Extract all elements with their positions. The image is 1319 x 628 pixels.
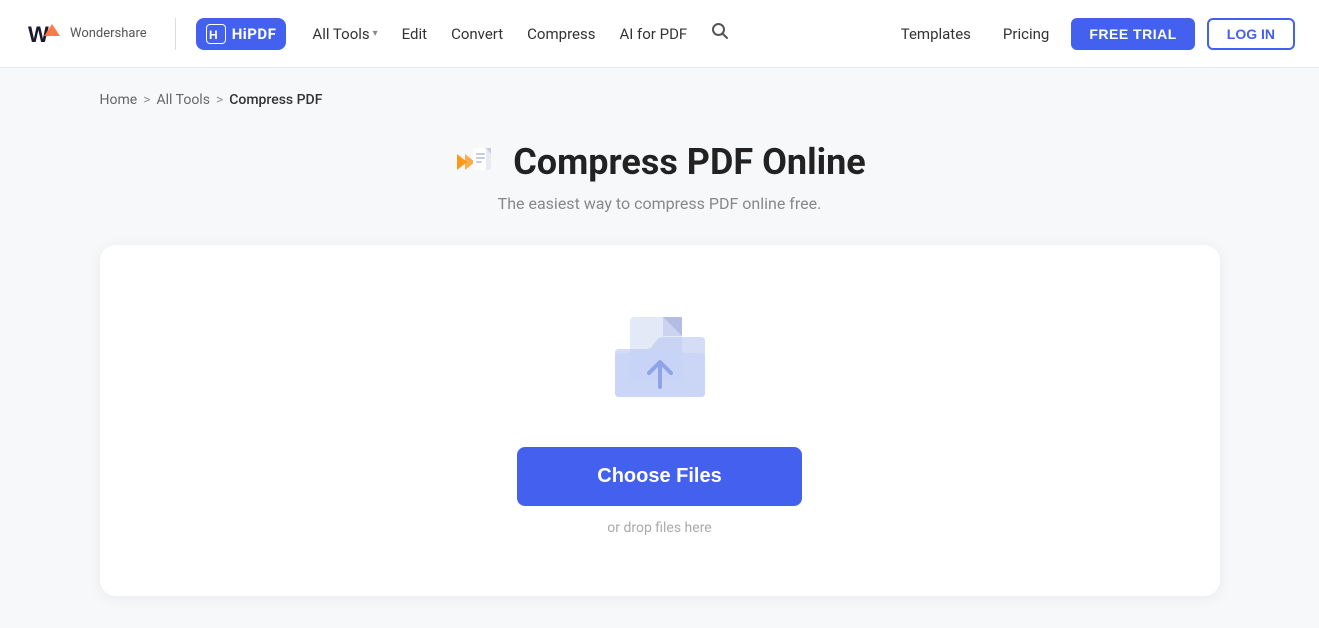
upload-card: Choose Files or drop files here bbox=[100, 245, 1220, 596]
choose-files-button[interactable]: Choose Files bbox=[517, 447, 801, 506]
pricing-nav[interactable]: Pricing bbox=[993, 19, 1059, 49]
navbar: W Wondershare H HiPDF All Tools ▾ Edit bbox=[0, 0, 1319, 68]
nav-divider bbox=[175, 18, 176, 50]
page-title-area: Compress PDF Online The easiest way to c… bbox=[100, 140, 1220, 213]
navbar-left: W Wondershare H HiPDF All Tools ▾ Edit bbox=[24, 14, 739, 54]
wondershare-label: Wondershare bbox=[70, 26, 147, 41]
breadcrumb-home[interactable]: Home bbox=[100, 92, 138, 108]
free-trial-button[interactable]: FREE TRIAL bbox=[1071, 18, 1194, 50]
navbar-right: Templates Pricing FREE TRIAL LOG IN bbox=[891, 18, 1295, 50]
wondershare-logo: W bbox=[24, 14, 64, 54]
compress-pdf-icon bbox=[453, 140, 497, 184]
login-button[interactable]: LOG IN bbox=[1207, 18, 1295, 50]
svg-text:H: H bbox=[209, 28, 218, 42]
page-subtitle: The easiest way to compress PDF online f… bbox=[100, 194, 1220, 213]
templates-nav[interactable]: Templates bbox=[891, 19, 981, 49]
page-title: Compress PDF Online bbox=[513, 141, 866, 183]
convert-nav[interactable]: Convert bbox=[441, 19, 513, 49]
all-tools-chevron: ▾ bbox=[373, 28, 378, 39]
logo-wrapper[interactable]: W Wondershare bbox=[24, 14, 147, 54]
compress-nav[interactable]: Compress bbox=[517, 19, 605, 49]
main-content: Home > All Tools > Compress PDF Compress… bbox=[60, 68, 1260, 620]
breadcrumb-current: Compress PDF bbox=[229, 92, 322, 108]
search-button[interactable] bbox=[701, 16, 739, 51]
nav-links: All Tools ▾ Edit Convert Compress AI for… bbox=[302, 16, 739, 51]
hipdf-label: HiPDF bbox=[232, 25, 277, 43]
upload-illustration bbox=[605, 305, 715, 415]
breadcrumb: Home > All Tools > Compress PDF bbox=[100, 92, 1220, 108]
drop-hint: or drop files here bbox=[607, 520, 711, 536]
edit-nav[interactable]: Edit bbox=[392, 19, 437, 49]
page-title-row: Compress PDF Online bbox=[100, 140, 1220, 184]
breadcrumb-all-tools[interactable]: All Tools bbox=[157, 92, 210, 108]
hipdf-badge-icon: H bbox=[206, 24, 226, 44]
breadcrumb-sep1: > bbox=[143, 92, 150, 108]
ai-for-pdf-nav[interactable]: AI for PDF bbox=[609, 19, 697, 49]
all-tools-nav[interactable]: All Tools ▾ bbox=[302, 19, 387, 49]
breadcrumb-sep2: > bbox=[216, 92, 223, 108]
hipdf-badge[interactable]: H HiPDF bbox=[196, 18, 287, 50]
